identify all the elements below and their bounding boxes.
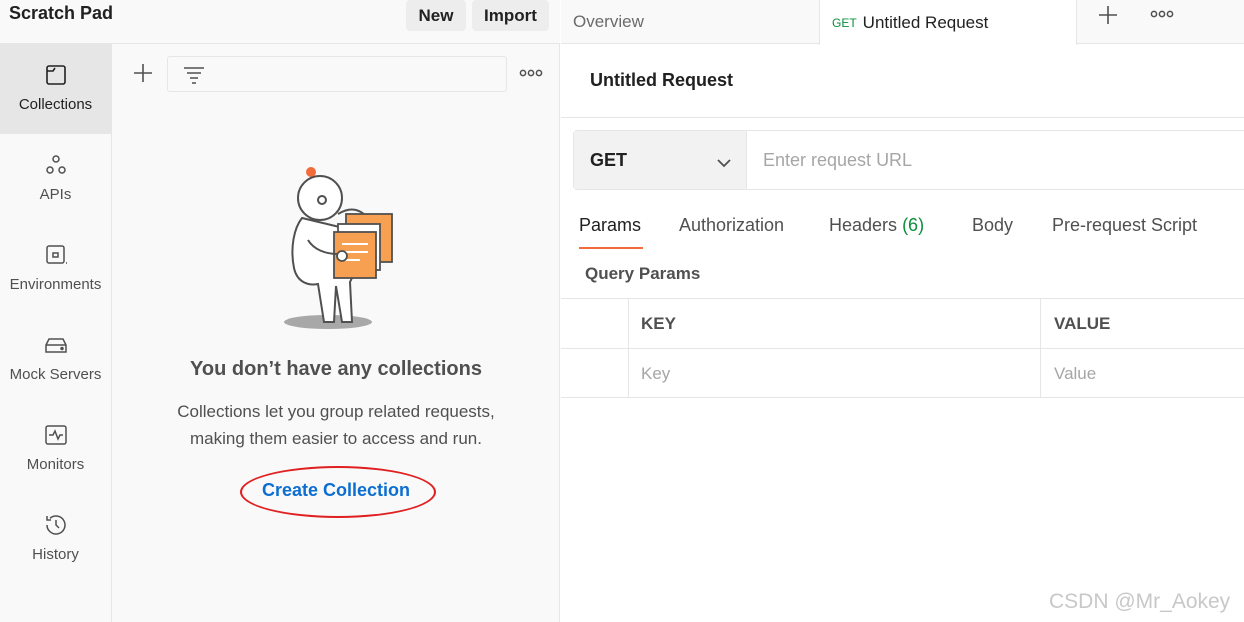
tab-label: Untitled Request <box>862 12 989 32</box>
tab-params[interactable]: Params <box>579 215 641 236</box>
sidebar-item-mock-servers[interactable]: Mock Servers <box>0 314 111 404</box>
environments-icon <box>43 242 69 268</box>
sidebar-item-monitors[interactable]: Monitors <box>0 404 111 494</box>
workspace-title[interactable]: Scratch Pad <box>9 3 113 24</box>
sidebar-item-apis[interactable]: APIs <box>0 134 111 224</box>
table-row: Key Value <box>561 348 1244 398</box>
request-tab-bar: Overview GET Untitled Request <box>561 0 1244 45</box>
new-button[interactable]: New <box>406 0 466 31</box>
empty-collections-illustration <box>280 162 420 334</box>
key-input[interactable]: Key <box>629 349 1041 398</box>
history-icon <box>43 512 69 538</box>
new-tab-icon[interactable] <box>1095 2 1121 28</box>
workspace-header: Scratch Pad New Import <box>0 0 560 44</box>
value-input[interactable]: Value <box>1041 349 1244 398</box>
create-collection-link[interactable]: Create Collection <box>112 480 560 501</box>
import-button[interactable]: Import <box>472 0 549 31</box>
active-tab-indicator <box>579 247 643 249</box>
table-header-row: KEY VALUE <box>561 298 1244 348</box>
request-title[interactable]: Untitled Request <box>590 70 733 91</box>
sidebar-item-label: Mock Servers <box>9 366 102 383</box>
sidebar-item-label: Environments <box>9 276 102 293</box>
tab-body[interactable]: Body <box>972 215 1013 236</box>
row-checkbox-cell <box>561 349 629 398</box>
mock-servers-icon <box>43 332 69 358</box>
sidebar-item-label: History <box>32 546 79 563</box>
method-dropdown[interactable]: GET <box>574 131 747 189</box>
monitors-icon <box>43 422 69 448</box>
request-url-input[interactable] <box>748 131 1244 189</box>
app-window: Scratch Pad New Import Collections APIs … <box>0 0 1244 622</box>
tab-pre-request-script[interactable]: Pre-request Script <box>1052 215 1197 236</box>
sidebar-item-collections[interactable]: Collections <box>0 44 111 134</box>
tab-method-badge: GET <box>832 15 857 30</box>
sidebar-item-label: APIs <box>39 186 72 203</box>
divider <box>561 117 1244 118</box>
filter-icon <box>182 65 206 90</box>
empty-state-description-line: making them easier to access and run. <box>190 429 482 448</box>
tab-headers[interactable]: Headers (6) <box>829 215 924 236</box>
sidebar-nav: Collections APIs Environments Mock Serve… <box>0 44 112 622</box>
sidebar-item-history[interactable]: History <box>0 494 111 584</box>
table-cell <box>561 299 629 348</box>
collections-icon <box>43 62 69 88</box>
tab-overview[interactable]: Overview <box>573 0 644 44</box>
tab-untitled-request[interactable]: GET Untitled Request <box>819 0 1077 45</box>
url-bar: GET <box>573 130 1244 190</box>
headers-count-badge: (6) <box>902 215 925 235</box>
key-column-header: KEY <box>629 299 1041 348</box>
apis-icon <box>43 152 69 178</box>
watermark: CSDN @Mr_Aokey <box>1049 590 1231 613</box>
filter-input[interactable] <box>167 56 507 92</box>
sidebar-item-environments[interactable]: Environments <box>0 224 111 314</box>
empty-state-description: Collections let you group related reques… <box>112 398 560 452</box>
query-params-heading: Query Params <box>585 264 701 283</box>
more-options-icon[interactable] <box>518 64 544 82</box>
query-params-table: KEY VALUE Key Value <box>561 298 1244 398</box>
empty-state-title: You don’t have any collections <box>190 358 482 380</box>
tab-authorization[interactable]: Authorization <box>679 215 784 236</box>
sidebar-item-label: Monitors <box>26 456 85 473</box>
value-column-header: VALUE <box>1054 313 1111 333</box>
sidebar-item-label: Collections <box>18 96 93 113</box>
tab-more-options-icon[interactable] <box>1149 5 1175 23</box>
add-collection-icon[interactable] <box>130 60 156 86</box>
chevron-down-icon <box>716 155 732 173</box>
collections-pane: You don’t have any collections Collectio… <box>112 44 560 622</box>
tab-headers-label: Headers <box>829 215 898 235</box>
method-label: GET <box>590 150 628 170</box>
empty-state-description-line: Collections let you group related reques… <box>177 402 495 421</box>
